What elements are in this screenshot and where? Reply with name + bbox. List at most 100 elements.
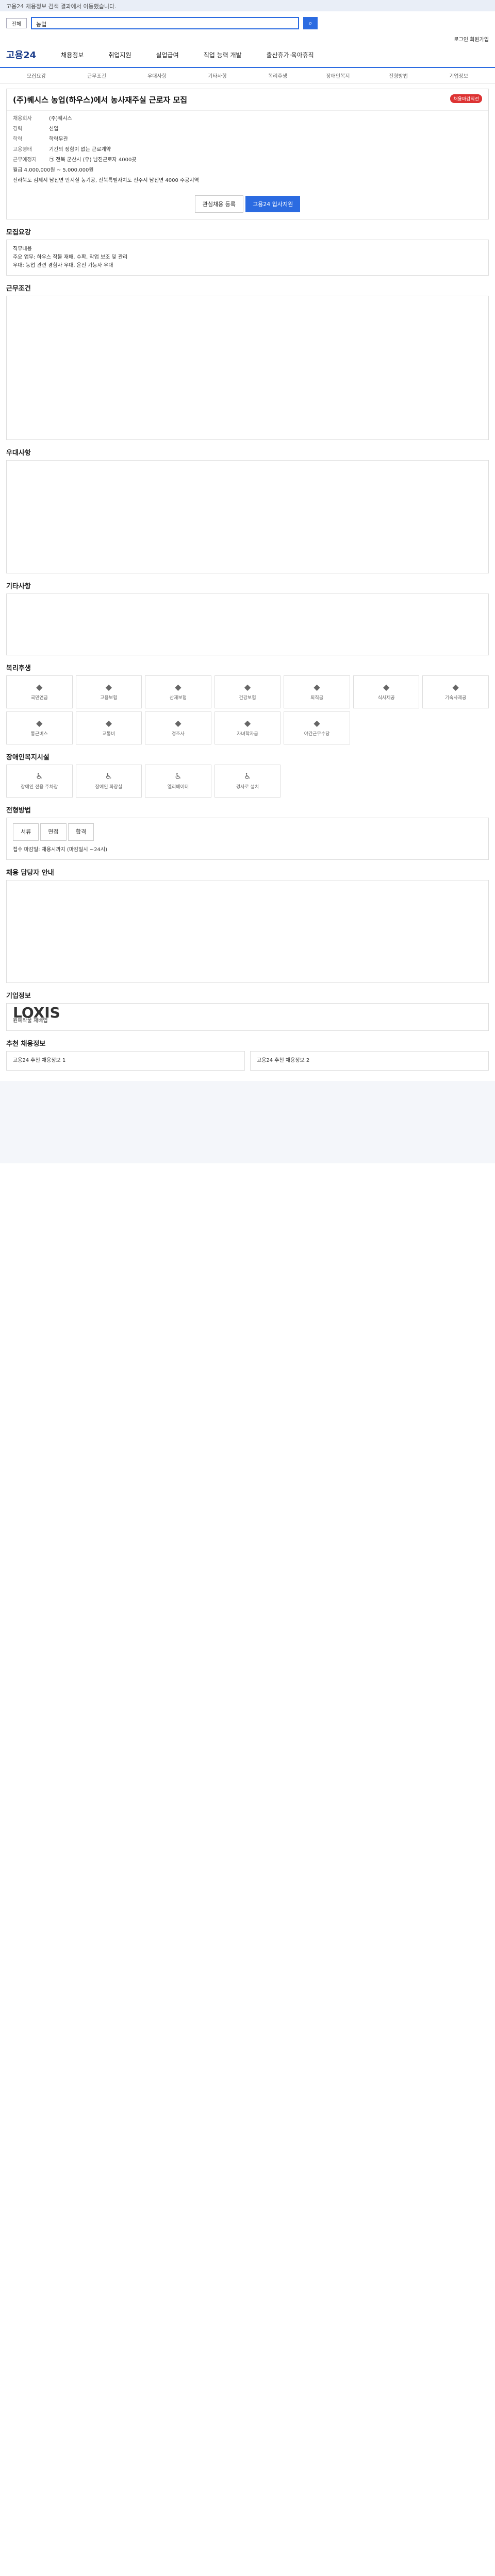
job-summary-card: 채용마감직전 (주)퀘시스 농업(하우스)에서 농사재주실 근로자 모집 채용회… bbox=[6, 89, 489, 219]
welfare-item: ◆ 산재보험 bbox=[145, 675, 211, 708]
welfare-icon: ◆ bbox=[105, 682, 112, 692]
welfare-item: ◆ 국민연금 bbox=[6, 675, 73, 708]
step-interview: 면접 bbox=[40, 823, 67, 841]
welfare-grid: ◆ 국민연금 ◆ 고용보험 ◆ 산재보험 ◆ 건강보험 ◆ 퇴직금 ◆ 식사제공 ◆ 기숙사제… bbox=[6, 675, 489, 744]
gnb-menu-2[interactable]: 실업급여 bbox=[156, 50, 179, 59]
status-badge: 채용마감직전 bbox=[450, 94, 482, 103]
footer bbox=[0, 1081, 495, 1163]
welfare-item: ◆ 식사제공 bbox=[353, 675, 420, 708]
search-input[interactable]: 농업 bbox=[31, 17, 299, 29]
tab-5[interactable]: 장애인복지 bbox=[308, 72, 368, 79]
kv-value-0: 신입 bbox=[49, 126, 59, 132]
tab-6[interactable]: 전형방법 bbox=[368, 72, 428, 79]
welfare-item: ◆ 기숙사제공 bbox=[422, 675, 489, 708]
prefer-box bbox=[6, 460, 489, 573]
company-title: 기업정보 bbox=[6, 992, 31, 1000]
accessibility-icon: ♿ bbox=[36, 771, 43, 781]
welfare-icon: ◆ bbox=[314, 718, 320, 728]
gnb-menu-1[interactable]: 취업지원 bbox=[108, 50, 131, 59]
site-logo[interactable]: 고용24 bbox=[6, 48, 36, 61]
recommend-item-1[interactable]: 고용24 추천 채용정보 2 bbox=[250, 1051, 489, 1071]
step-doc: 서류 bbox=[13, 823, 39, 841]
company-name[interactable]: (주)퀘시스 bbox=[49, 114, 72, 124]
recruit-text: 직무내용 주요 업무: 하우스 작물 재배, 수확, 작업 보조 및 관리 우대… bbox=[6, 240, 489, 276]
kv-label-2: 고용형태 bbox=[13, 147, 32, 152]
deadline-label: 접수 마감일 bbox=[13, 847, 39, 853]
welfare-icon: ◆ bbox=[244, 718, 251, 728]
notice-box bbox=[6, 880, 489, 983]
welfare-icon: ◆ bbox=[36, 718, 43, 728]
recruit-title: 모집요강 bbox=[6, 229, 31, 236]
accessibility-icon: ♿ bbox=[105, 771, 113, 781]
kv-value-3: ㉠ 전북 군산시 (우) 남진근로자 4000곳 bbox=[49, 157, 137, 163]
tab-3[interactable]: 기타사항 bbox=[187, 72, 248, 79]
etc-box bbox=[6, 594, 489, 655]
etc-title: 기타사항 bbox=[6, 583, 31, 590]
gnb-menu-3[interactable]: 직업 능력 개발 bbox=[204, 50, 242, 59]
welfare-item: ◆ 퇴직금 bbox=[284, 675, 350, 708]
top-banner: 고용24 채용정보 검색 결과에서 이동했습니다. bbox=[0, 0, 495, 11]
gnb-menu-0[interactable]: 채용정보 bbox=[61, 50, 84, 59]
kv-value-1: 학력무관 bbox=[49, 137, 68, 142]
kv-label-0: 경력 bbox=[13, 126, 23, 132]
selection-title: 전형방법 bbox=[6, 807, 31, 815]
search-scope-select[interactable]: 전체 bbox=[6, 18, 27, 28]
kv-value-2: 기간의 정함이 없는 근로계약 bbox=[49, 147, 111, 152]
accessibility-icon: ♿ bbox=[243, 771, 252, 781]
search-bar: 전체 농업 ⌕ bbox=[0, 11, 495, 35]
company-box: LOXIS 원예작물 재배업 bbox=[6, 1003, 489, 1031]
welfare-icon: ◆ bbox=[105, 718, 112, 728]
tab-0[interactable]: 모집요강 bbox=[6, 72, 67, 79]
tab-4[interactable]: 복리후생 bbox=[248, 72, 308, 79]
welfare-icon: ◆ bbox=[452, 682, 459, 692]
tab-7[interactable]: 기업정보 bbox=[428, 72, 489, 79]
disabled-item: ♿ 엘리베이터 bbox=[145, 765, 211, 798]
disabled-item: ♿ 장애인 전용 주차장 bbox=[6, 765, 73, 798]
company-industry: 원예작물 재배업 bbox=[13, 1018, 48, 1024]
deadline: 채용시까지 (마감일시 ~24시) bbox=[41, 847, 108, 853]
address: 전라북도 김제시 남진면 안지실 농기공, 전북특별자치도 전주시 남진면 40… bbox=[13, 178, 199, 183]
welfare-item: ◆ 자녀학자금 bbox=[214, 711, 281, 744]
recommend-item-0[interactable]: 고용24 추천 채용정보 1 bbox=[6, 1051, 245, 1071]
welfare-icon: ◆ bbox=[244, 682, 251, 692]
work-box bbox=[6, 296, 489, 440]
disabled-grid: ♿ 장애인 전용 주차장 ♿ 장애인 화장실 ♿ 엘리베이터 ♿ 경사로 설치 bbox=[6, 765, 489, 798]
salary: 월급 4,000,000원 ~ 5,000,000원 bbox=[13, 167, 94, 173]
step-pass: 합격 bbox=[68, 823, 94, 841]
welfare-icon: ◆ bbox=[314, 682, 320, 692]
welfare-item: ◆ 통근버스 bbox=[6, 711, 73, 744]
company-label: 채용회사 bbox=[13, 116, 32, 122]
welfare-item: ◆ 건강보험 bbox=[214, 675, 281, 708]
gnb-menu-4[interactable]: 출산휴가·육아휴직 bbox=[267, 50, 314, 59]
welfare-icon: ◆ bbox=[175, 718, 182, 728]
prefer-title: 우대사항 bbox=[6, 449, 31, 457]
global-nav: 고용24 채용정보 취업지원 실업급여 직업 능력 개발 출산휴가·육아휴직 bbox=[0, 42, 495, 68]
welfare-item: ◆ 야간근무수당 bbox=[284, 711, 350, 744]
save-job-button[interactable]: 관심채용 등록 bbox=[194, 195, 243, 213]
welfare-icon: ◆ bbox=[36, 682, 43, 692]
tab-2[interactable]: 우대사항 bbox=[127, 72, 187, 79]
search-icon: ⌕ bbox=[308, 19, 312, 27]
welfare-icon: ◆ bbox=[175, 682, 182, 692]
welfare-icon: ◆ bbox=[383, 682, 390, 692]
disabled-item: ♿ 장애인 화장실 bbox=[75, 765, 142, 798]
section-tabs: 모집요강 근무조건 우대사항 기타사항 복리후생 장애인복지 전형방법 기업정보 bbox=[0, 68, 495, 83]
welfare-title: 복리후생 bbox=[6, 665, 31, 672]
recommend-title: 추천 채용정보 bbox=[6, 1040, 46, 1048]
selection-box: 서류 면접 합격 접수 마감일: 채용시까지 (마감일시 ~24시) bbox=[6, 818, 489, 860]
notice-title: 채용 담당자 안내 bbox=[6, 869, 54, 877]
welfare-item: ◆ 교통비 bbox=[75, 711, 142, 744]
job-title: (주)퀘시스 농업(하우스)에서 농사재주실 근로자 모집 bbox=[13, 95, 188, 105]
disabled-item: ♿ 경사로 설치 bbox=[214, 765, 281, 798]
company-logo: LOXIS bbox=[13, 1004, 60, 1021]
welfare-item: ◆ 고용보험 bbox=[75, 675, 142, 708]
tab-1[interactable]: 근무조건 bbox=[67, 72, 127, 79]
accessibility-icon: ♿ bbox=[174, 771, 182, 781]
search-button[interactable]: ⌕ bbox=[303, 17, 318, 29]
work-title: 근무조건 bbox=[6, 285, 31, 293]
disabled-title: 장애인복지시설 bbox=[6, 754, 50, 761]
kv-label-1: 학력 bbox=[13, 137, 23, 142]
apply-button[interactable]: 고용24 입사지원 bbox=[245, 196, 301, 212]
util-links[interactable]: 로그인 회원가입 bbox=[0, 35, 495, 43]
kv-label-3: 근무예정지 bbox=[13, 157, 37, 163]
